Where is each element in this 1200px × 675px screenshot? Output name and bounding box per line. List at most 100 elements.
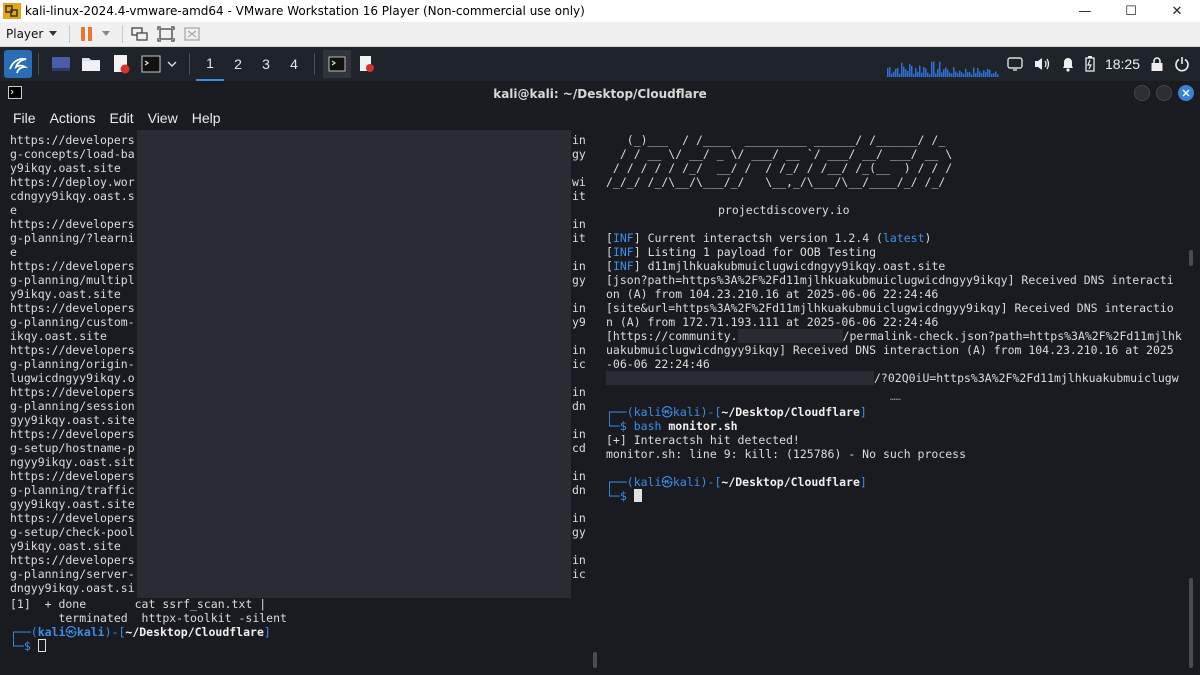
text-editor-launcher[interactable] — [107, 50, 135, 78]
dns-log-line-1: [json?path=https%3A%2F%2Fd11mjlhkuakubmu… — [606, 273, 1174, 287]
send-ctrl-alt-del-button[interactable] — [129, 23, 151, 45]
scan-output-line-end: dn — [572, 399, 586, 413]
scan-output-line-end: gy — [572, 273, 586, 287]
scan-output-line: g-setup/check-pool — [10, 525, 135, 539]
taskbar-editor-button[interactable] — [353, 50, 381, 78]
taskbar-terminal-button[interactable] — [323, 50, 351, 78]
inf-line-domain: [INF] d11mjlhkuakubmuiclugwicdngyy9ikqy.… — [606, 259, 946, 273]
volume-icon[interactable] — [1033, 56, 1051, 72]
prompt-user: kali — [633, 475, 662, 489]
kali-menu-button[interactable] — [4, 50, 32, 78]
network-activity-bar — [946, 69, 949, 77]
terminal-launcher[interactable] — [137, 50, 165, 78]
network-activity-bar — [992, 73, 995, 77]
right-terminal-pane[interactable]: (_)___ / /____ _________ ______/ /______… — [598, 130, 1200, 675]
left-terminal-pane[interactable]: https://developers g-concepts/load-ba y9ik… — [0, 130, 598, 675]
workspace-1[interactable]: 1 — [196, 47, 224, 81]
network-activity-bar — [916, 71, 919, 77]
file-manager-launcher[interactable] — [77, 50, 105, 78]
fit-guest-button[interactable] — [155, 23, 177, 45]
redacted-region — [606, 371, 874, 385]
network-activity-bar — [996, 74, 999, 77]
network-activity-bar — [972, 67, 975, 77]
scan-output-line: ikqy.oast.site — [10, 329, 107, 343]
network-activity-bar — [962, 73, 965, 77]
redacted-region — [737, 329, 843, 343]
network-activity-bar — [976, 67, 979, 77]
lock-screen-icon[interactable] — [1150, 56, 1164, 72]
maximize-button[interactable]: ☐ — [1108, 0, 1154, 22]
network-activity-bar — [974, 73, 977, 77]
terminal-maximize-button[interactable] — [1156, 85, 1172, 101]
menu-help[interactable]: Help — [185, 110, 228, 126]
redacted-region — [137, 130, 571, 598]
inf-domain-text: d11mjlhkuakubmuiclugwicdngyy9ikqy.oast.s… — [640, 259, 946, 273]
network-activity-bar — [980, 73, 983, 77]
network-activity-bar — [908, 64, 911, 77]
dns-log-line-6: uakubmuiclugwicdngyy9ikqy] Received DNS … — [606, 343, 1174, 357]
unity-button[interactable] — [181, 23, 203, 45]
inf-line-version: [INF] Current interactsh version 1.2.4 (… — [606, 231, 932, 245]
terminal-close-button[interactable] — [1178, 85, 1194, 101]
notifications-bell-icon[interactable] — [1061, 56, 1075, 72]
menu-actions[interactable]: Actions — [43, 110, 103, 126]
scan-output-line-end — [572, 329, 586, 343]
network-activity-bar — [894, 68, 897, 77]
network-activity-bar — [926, 72, 929, 77]
prompt-host: kali — [76, 625, 105, 639]
panel-divider — [38, 53, 39, 75]
battery-icon[interactable] — [1085, 56, 1095, 72]
menu-file[interactable]: File — [0, 110, 43, 126]
dropdown-arrow-icon[interactable] — [102, 31, 111, 37]
network-activity-bar — [930, 61, 933, 77]
right-scrollbar-thumb[interactable] — [1189, 578, 1193, 668]
fit-screen-icon — [157, 26, 175, 42]
scan-output-line-end: in — [572, 343, 586, 357]
text-editor-icon — [360, 56, 374, 72]
scan-output-line-end: in — [572, 301, 586, 315]
job-status-line-1: [1] + done cat ssrf_scan.txt | — [10, 597, 267, 611]
terminal-menubar: File Actions Edit View Help — [0, 106, 1200, 130]
scan-output-line: ngyy9ikqy.oast.sit — [10, 455, 135, 469]
workspace-3[interactable]: 3 — [252, 47, 280, 81]
right-prompt-input[interactable]: └─$ — [606, 489, 642, 503]
command-argument: monitor.sh — [668, 419, 738, 433]
pause-button[interactable] — [76, 23, 98, 45]
prompt-path: ~/Desktop/Cloudflare — [721, 475, 860, 489]
workspace-4[interactable]: 4 — [280, 47, 308, 81]
left-scrollbar-thumb[interactable] — [593, 652, 597, 668]
menu-view[interactable]: View — [141, 110, 185, 126]
right-scrollbar-thumb-top[interactable] — [1189, 250, 1193, 266]
close-button[interactable]: ✕ — [1154, 0, 1200, 22]
scan-output-line-end: gy — [572, 525, 586, 539]
workspace-2[interactable]: 2 — [224, 47, 252, 81]
scan-output-line-end: gy — [572, 147, 586, 161]
pause-icon — [81, 27, 93, 41]
terminal-body: https://developers g-concepts/load-ba y9ik… — [0, 130, 1200, 675]
scan-output-line: https://developers — [10, 259, 135, 273]
cursor — [633, 489, 642, 502]
scan-output-line: y9ikqy.oast.site — [10, 287, 121, 301]
close-icon — [1182, 89, 1190, 97]
dns-log-line-4: n (A) from 172.71.193.111 at 2025-06-06 … — [606, 315, 939, 329]
inf-tag: INF — [612, 245, 634, 259]
network-activity-bar — [900, 62, 903, 77]
show-desktop-launcher[interactable] — [47, 50, 75, 78]
network-activity-bar — [918, 65, 921, 77]
minimize-button[interactable]: — — [1062, 0, 1108, 22]
terminal-minimize-button[interactable] — [1134, 85, 1150, 101]
community-url-end: /permalink-check.json?path=https%3A%2F%2… — [842, 329, 1182, 343]
left-prompt-input[interactable]: └─$ — [10, 639, 46, 653]
menu-edit[interactable]: Edit — [102, 110, 140, 126]
panel-clock[interactable]: 18:25 — [1105, 56, 1140, 72]
prompt-at-symbol: ㉿ — [661, 405, 673, 419]
chevron-down-icon[interactable] — [167, 61, 177, 67]
scan-output-line-end: in — [572, 259, 586, 273]
display-icon[interactable] — [1007, 57, 1023, 71]
prompt-host: kali — [672, 475, 701, 489]
scan-output-line: g-concepts/load-ba — [10, 147, 135, 161]
network-activity-bar — [934, 73, 937, 77]
power-icon[interactable] — [1174, 56, 1190, 72]
scan-output-line-end: dn — [572, 483, 586, 497]
player-menu[interactable]: Player — [0, 22, 63, 47]
